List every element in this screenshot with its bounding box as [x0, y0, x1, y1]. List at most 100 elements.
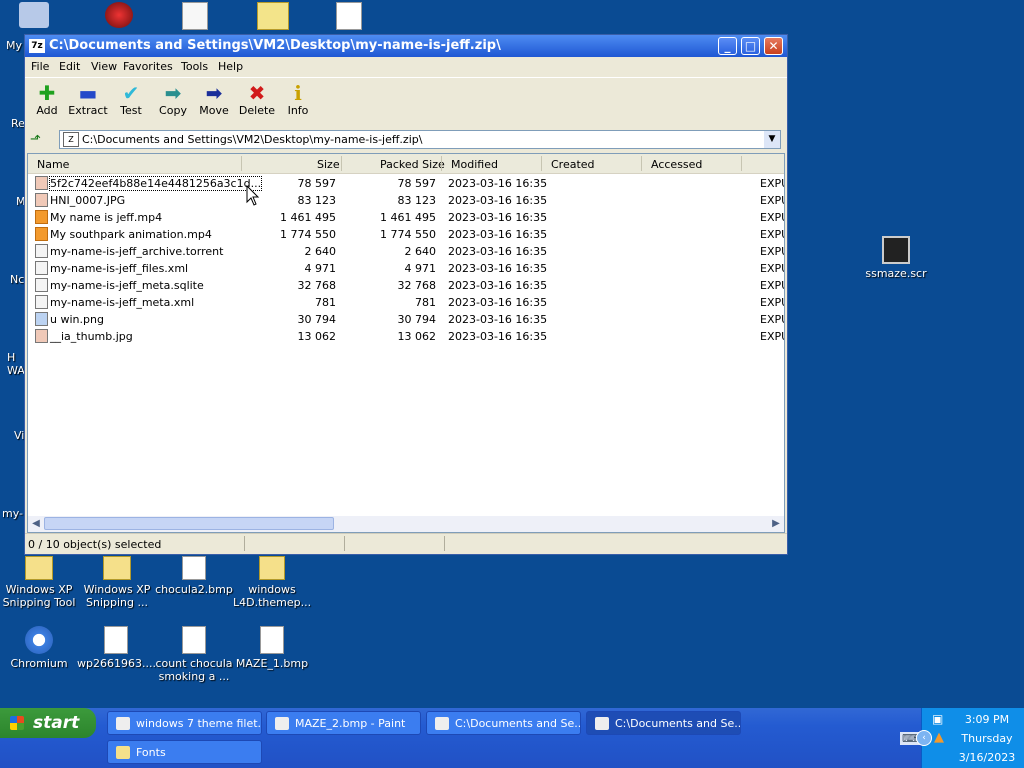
column-size[interactable]: Size — [317, 158, 340, 171]
desktop-icon-chromium[interactable]: Chromium — [0, 626, 78, 670]
7zip-icon — [435, 717, 449, 730]
column-modified[interactable]: Modified — [451, 158, 498, 171]
menu-view[interactable]: View — [91, 60, 117, 73]
desktop-icon-top-3[interactable] — [156, 2, 234, 33]
desktop-icon-top-5[interactable] — [310, 2, 388, 33]
paint-file-icon — [182, 556, 206, 580]
close-button[interactable]: ✕ — [764, 37, 783, 55]
menu-edit[interactable]: Edit — [59, 60, 80, 73]
vlc-media-icon — [35, 210, 48, 224]
paint-icon — [275, 717, 289, 730]
column-header: Name Size Packed Size Modified Created A… — [28, 154, 784, 174]
add-button[interactable]: ✚ Add — [25, 82, 69, 117]
desktop-icon-l4d-theme[interactable]: windows L4D.themep... — [233, 556, 311, 609]
desktop-icon-chocula2[interactable]: chocula2.bmp — [155, 556, 233, 596]
start-button[interactable]: start — [0, 708, 96, 738]
image-file-icon — [35, 312, 48, 326]
selection-status: 0 / 10 object(s) selected — [28, 538, 162, 551]
taskbar-item-paint[interactable]: MAZE_2.bmp - Paint — [266, 711, 421, 735]
generic-file-icon — [35, 278, 48, 292]
generic-file-icon — [35, 244, 48, 258]
menubar: File Edit View Favorites Tools Help — [25, 57, 787, 76]
window-icon — [116, 717, 130, 730]
taskbar-item-fonts[interactable]: Fonts — [107, 740, 262, 764]
menu-favorites[interactable]: Favorites — [123, 60, 173, 73]
mouse-cursor-icon — [246, 185, 260, 206]
table-row[interactable]: my-name-is-jeff_meta.xml 781 781 2023-03… — [28, 294, 784, 311]
image-file-icon — [35, 193, 48, 207]
table-row[interactable]: my-name-is-jeff_archive.torrent 2 640 2 … — [28, 243, 784, 260]
folder-icon — [116, 746, 130, 759]
menu-file[interactable]: File — [31, 60, 49, 73]
window-titlebar[interactable]: 7z C:\Documents and Settings\VM2\Desktop… — [25, 35, 787, 57]
test-icon: ✔ — [122, 81, 140, 105]
folder-icon — [103, 556, 131, 580]
column-accessed[interactable]: Accessed — [651, 158, 702, 171]
desktop-icon-top-2[interactable] — [80, 2, 158, 31]
desktop-icon-top-4[interactable] — [234, 2, 312, 33]
desktop-label-fragment: Re — [11, 117, 25, 130]
window-title: C:\Documents and Settings\VM2\Desktop\my… — [49, 38, 501, 53]
maximize-button[interactable]: □ — [741, 37, 760, 55]
table-row[interactable]: HNI_0007.JPG 83 123 83 123 2023-03-16 16… — [28, 192, 784, 209]
document-icon — [182, 2, 208, 30]
table-row[interactable]: My name is jeff.mp4 1 461 495 1 461 495 … — [28, 209, 784, 226]
minimize-button[interactable]: _ — [718, 37, 737, 55]
table-row[interactable]: u win.png 30 794 30 794 2023-03-16 16:35… — [28, 311, 784, 328]
taskbar-item-theme[interactable]: windows 7 theme filet... — [107, 711, 262, 735]
desktop-icon-snipping-folder[interactable]: Windows XP Snipping ... — [78, 556, 156, 609]
windows-logo-icon — [10, 716, 24, 730]
taskbar-item-7zip-1[interactable]: C:\Documents and Se... — [426, 711, 581, 735]
vlc-media-icon — [35, 227, 48, 241]
delete-button[interactable]: ✖ Delete — [235, 82, 279, 117]
screensaver-icon — [882, 236, 910, 264]
move-button[interactable]: ➡ Move — [192, 82, 236, 117]
copy-button[interactable]: ➡ Copy — [151, 82, 195, 117]
desktop-icon-top-1[interactable] — [4, 2, 64, 31]
table-row[interactable]: my-name-is-jeff_meta.sqlite 32 768 32 76… — [28, 277, 784, 294]
zip-folder-icon — [257, 2, 289, 30]
chevron-down-icon[interactable]: ▼ — [764, 131, 780, 148]
column-name[interactable]: Name — [37, 158, 69, 171]
fireworks-icon — [105, 2, 133, 28]
table-row[interactable]: 5f2c742eef4b88e14e4481256a3c1d... 78 597… — [28, 175, 784, 192]
7zip-app-icon[interactable]: 7z — [29, 39, 45, 53]
scroll-left-icon[interactable]: ◀ — [29, 517, 43, 531]
taskbar-item-7zip-2[interactable]: C:\Documents and Se... — [586, 711, 741, 735]
address-field[interactable]: Z C:\Documents and Settings\VM2\Desktop\… — [59, 130, 781, 149]
info-button[interactable]: i Info — [276, 82, 320, 117]
desktop-icon-snipping-tool[interactable]: Windows XP Snipping Tool — [0, 556, 78, 609]
address-path: C:\Documents and Settings\VM2\Desktop\my… — [82, 133, 423, 146]
up-folder-icon[interactable]: ⬏ — [30, 132, 46, 148]
scroll-right-icon[interactable]: ▶ — [769, 517, 783, 531]
table-row[interactable]: my-name-is-jeff_files.xml 4 971 4 971 20… — [28, 260, 784, 277]
network-icon[interactable]: ▣ — [932, 712, 943, 726]
desktop-icon-count-chocula[interactable]: count chocula smoking a ... — [155, 626, 233, 683]
delete-icon: ✖ — [248, 81, 266, 105]
horizontal-scrollbar[interactable]: ◀ ▶ — [28, 516, 784, 532]
column-packed-size[interactable]: Packed Size — [380, 158, 445, 171]
desktop-label-fragment: H WA — [7, 351, 25, 377]
system-tray: ▣ ⌨ ‹ ▲ 3:09 PM Thursday 3/16/2023 — [900, 708, 1024, 768]
table-row[interactable]: My southpark animation.mp4 1 774 550 1 7… — [28, 226, 784, 243]
test-button[interactable]: ✔ Test — [109, 82, 153, 117]
table-row[interactable]: __ia_thumb.jpg 13 062 13 062 2023-03-16 … — [28, 328, 784, 345]
menu-help[interactable]: Help — [218, 60, 243, 73]
scrollbar-thumb[interactable] — [44, 517, 334, 530]
desktop-label-fragment: Vi — [14, 429, 25, 442]
vlc-tray-icon[interactable]: ▲ — [934, 730, 944, 745]
desktop-icon-ssmaze[interactable]: ssmaze.scr — [857, 236, 935, 280]
extract-button[interactable]: ▬ Extract — [66, 82, 110, 117]
desktop-label-fragment: Nc — [10, 273, 25, 286]
desktop-icon-maze1[interactable]: MAZE_1.bmp — [233, 626, 311, 670]
clock-date: 3/16/2023 — [958, 751, 1016, 764]
desktop-icon-wp2661963[interactable]: wp2661963.... — [77, 626, 156, 670]
folder-icon — [25, 556, 53, 580]
clock-time[interactable]: 3:09 PM — [952, 713, 1022, 726]
menu-tools[interactable]: Tools — [181, 60, 208, 73]
info-icon: i — [294, 81, 302, 105]
toolbar: ✚ Add ▬ Extract ✔ Test ➡ Copy ➡ Move ✖ D… — [25, 77, 787, 124]
column-created[interactable]: Created — [551, 158, 595, 171]
xml-file-icon — [35, 261, 48, 275]
chevron-left-icon[interactable]: ‹ — [916, 730, 932, 746]
